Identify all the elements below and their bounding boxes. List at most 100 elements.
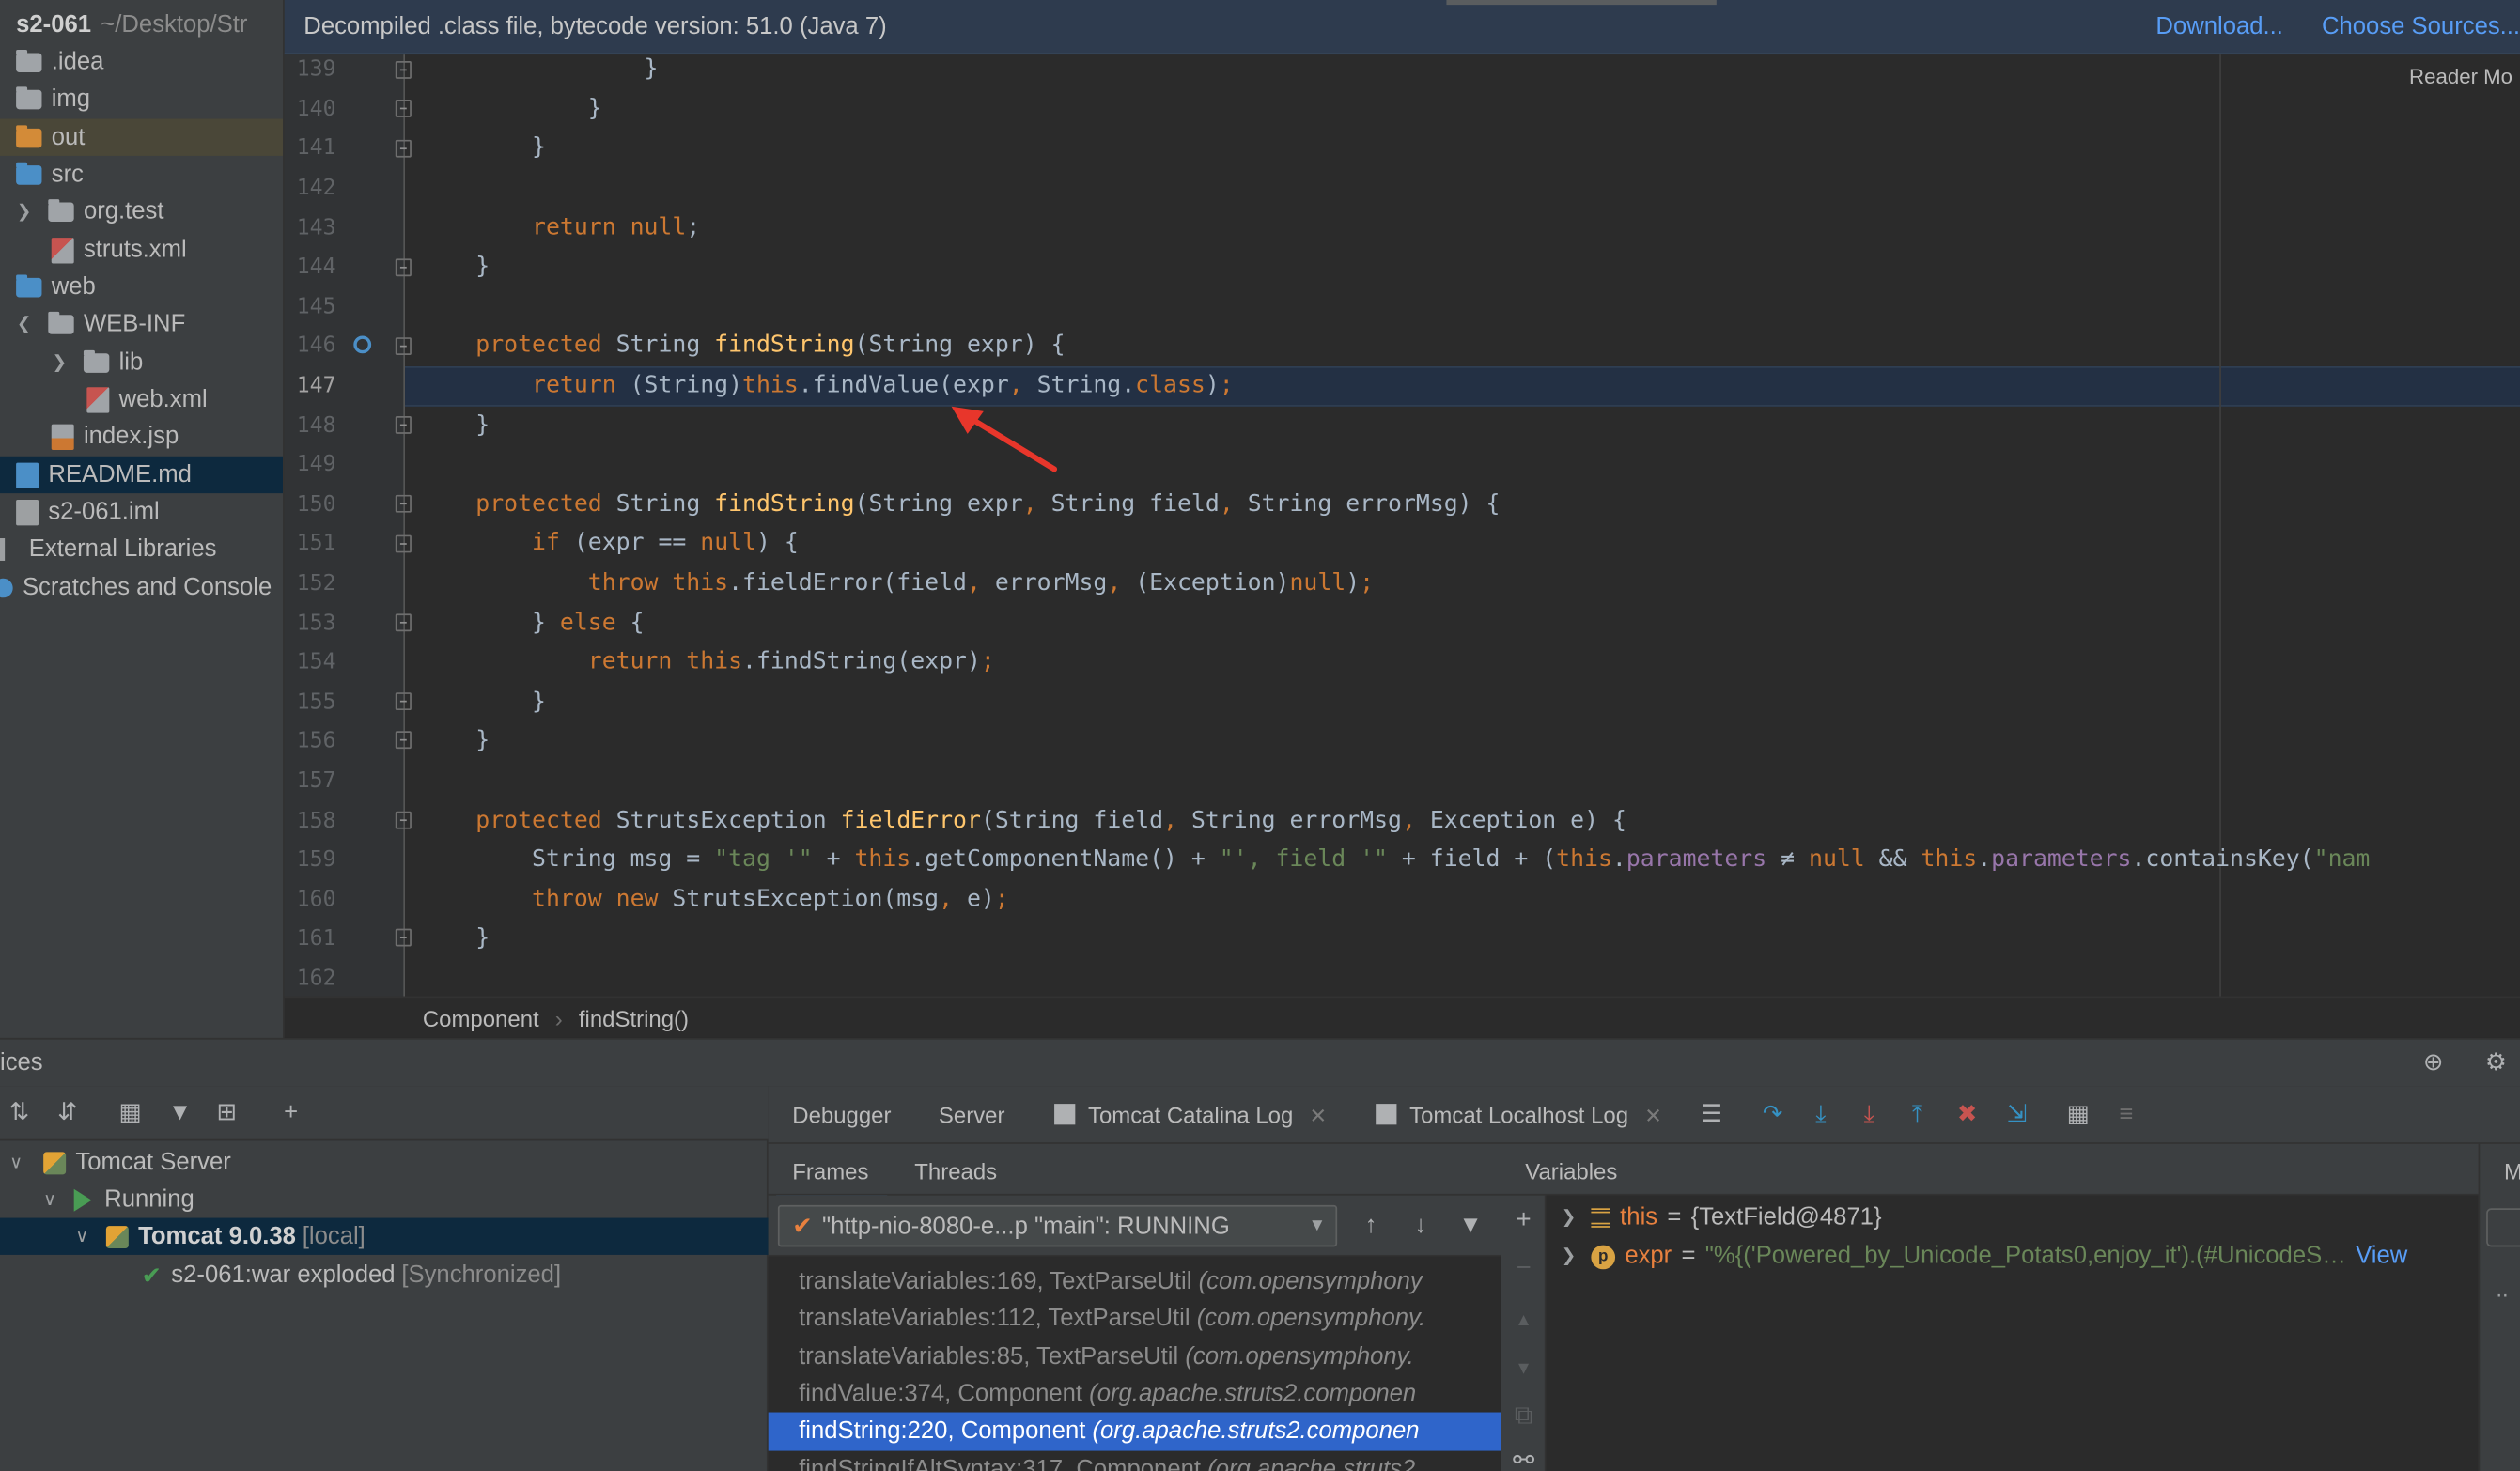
fold-marker-icon[interactable] xyxy=(395,534,412,553)
thread-select[interactable]: ✔ "http-nio-8080-e...p "main": RUNNING ▼ xyxy=(777,1204,1338,1247)
add-icon[interactable]: + xyxy=(276,1099,305,1128)
method-breakpoint-icon[interactable] xyxy=(353,335,372,354)
move-down-icon[interactable]: ▼ xyxy=(1511,1356,1536,1382)
close-icon[interactable]: ✕ xyxy=(1309,1104,1327,1128)
group-by-icon[interactable]: ▦ xyxy=(116,1099,145,1128)
tree-item-lib[interactable]: ❯ lib xyxy=(0,344,283,380)
tree-item-idea[interactable]: .idea xyxy=(0,43,283,80)
tree-item-out[interactable]: out xyxy=(0,118,284,156)
tree-item-scratches[interactable]: Scratches and Console xyxy=(0,569,283,606)
variable-row[interactable]: ❯ p expr = "%{('Powered_by_Unicode_Potat… xyxy=(1547,1237,2408,1276)
running-node[interactable]: ∨ Running xyxy=(0,1181,769,1217)
frame-row-selected[interactable]: findString:220, Component (org.apache.st… xyxy=(768,1412,1501,1450)
arrow-up-icon[interactable]: ↑ xyxy=(1357,1212,1386,1241)
tree-item-src[interactable]: src xyxy=(0,156,283,193)
tab-catalina-log[interactable]: Tomcat Catalina Log ✕ xyxy=(1054,1102,1327,1129)
project-root[interactable]: s2-061 ~/Desktop/Str xyxy=(0,7,283,43)
tree-item-web[interactable]: web xyxy=(0,269,283,305)
fold-marker-icon[interactable] xyxy=(395,416,412,434)
tab-frames[interactable]: Frames xyxy=(776,1158,889,1200)
fold-marker-icon[interactable] xyxy=(395,692,412,711)
tomcat-instance-node[interactable]: ∨ Tomcat 9.0.38 [local] xyxy=(0,1217,769,1255)
chevron-down-icon[interactable]: ∨ xyxy=(70,1226,93,1247)
frame-row[interactable]: translateVariables:169, TextParseUtil (c… xyxy=(769,1262,1501,1300)
tree-item-org-test[interactable]: ❯ org.test xyxy=(0,193,283,229)
reader-mode-toggle[interactable]: Reader Mo xyxy=(2409,64,2512,88)
tree-item-external-libraries[interactable]: External Libraries xyxy=(0,530,283,566)
breadcrumb-method[interactable]: findString() xyxy=(579,1005,689,1030)
evaluate-expression-icon[interactable]: ▦ xyxy=(2063,1101,2092,1130)
project-panel: s2-061 ~/Desktop/Str .idea img out src ❯… xyxy=(0,0,285,1038)
frame-row[interactable]: findStringIfAltSyntax:317, Component (or… xyxy=(769,1451,1501,1471)
fold-marker-icon[interactable] xyxy=(395,337,412,356)
fold-marker-icon[interactable] xyxy=(395,731,412,750)
arrow-down-icon[interactable]: ↓ xyxy=(1407,1212,1436,1241)
tree-item-readme[interactable]: README.md xyxy=(0,456,284,494)
tab-debugger[interactable]: Debugger xyxy=(792,1102,891,1127)
move-up-icon[interactable]: ▲ xyxy=(1511,1308,1536,1333)
target-icon[interactable]: ⊕ xyxy=(2420,1050,2446,1076)
tab-localhost-log[interactable]: Tomcat Localhost Log ✕ xyxy=(1376,1102,1662,1129)
menu-icon[interactable]: ☰ xyxy=(1697,1101,1726,1130)
frame-row[interactable]: findValue:374, Component (org.apache.str… xyxy=(769,1375,1501,1413)
gear-icon[interactable]: ⚙ xyxy=(2483,1050,2509,1076)
step-out-icon[interactable]: ⤒ xyxy=(1903,1101,1932,1130)
download-link[interactable]: Download... xyxy=(2155,13,2283,40)
close-icon[interactable]: ✕ xyxy=(1644,1104,1662,1128)
tree-item-struts-xml[interactable]: struts.xml xyxy=(0,231,283,268)
add-watch-icon[interactable]: + xyxy=(1511,1207,1536,1233)
filter-icon[interactable]: ▼ xyxy=(1456,1212,1486,1241)
frame-package: (org.apache.struts2.componen xyxy=(1089,1380,1417,1408)
chevron-down-icon[interactable]: ❮ xyxy=(13,314,36,334)
glasses-icon[interactable]: ⚯ xyxy=(1511,1448,1536,1471)
force-step-into-icon[interactable]: ⤓ xyxy=(1855,1101,1884,1130)
filter-icon[interactable]: ▼ xyxy=(165,1099,194,1128)
variable-row[interactable]: ❯ this = {TextField@4871} xyxy=(1547,1199,1882,1237)
banner-message: Decompiled .class file, bytecode version… xyxy=(303,12,887,40)
console-icon xyxy=(1376,1104,1397,1125)
chevron-right-icon[interactable]: ❯ xyxy=(48,352,70,373)
breadcrumb-class[interactable]: Component xyxy=(423,1005,539,1030)
frame-row[interactable]: translateVariables:112, TextParseUtil (c… xyxy=(769,1300,1501,1338)
search-field[interactable] xyxy=(2486,1208,2520,1247)
view-link[interactable]: View xyxy=(2356,1237,2407,1276)
tomcat-icon xyxy=(105,1225,129,1248)
tree-item-web-inf[interactable]: ❮ WEB-INF xyxy=(0,305,283,342)
tab-threads[interactable]: Threads xyxy=(914,1158,997,1184)
frame-row[interactable]: translateVariables:85, TextParseUtil (co… xyxy=(769,1339,1501,1376)
chevron-down-icon[interactable]: ∨ xyxy=(39,1189,61,1210)
remove-watch-icon[interactable]: − xyxy=(1511,1256,1536,1282)
tree-item-img[interactable]: img xyxy=(0,81,283,117)
fold-marker-icon[interactable] xyxy=(395,60,412,79)
drop-frame-icon[interactable]: ✖ xyxy=(1952,1101,1982,1130)
chevron-right-icon[interactable]: ❯ xyxy=(13,201,36,223)
fold-marker-icon[interactable] xyxy=(395,494,412,513)
chevron-down-icon[interactable]: ∨ xyxy=(5,1152,27,1173)
chevron-right-icon[interactable]: ❯ xyxy=(1547,1237,1592,1276)
trace-icon[interactable]: ≡ xyxy=(2112,1101,2141,1130)
fold-marker-icon[interactable] xyxy=(395,811,412,829)
fold-marker-icon[interactable] xyxy=(395,139,412,158)
tree-item-web-xml[interactable]: web.xml xyxy=(0,380,283,417)
choose-sources-link[interactable]: Choose Sources... xyxy=(2322,13,2520,40)
artifact-node[interactable]: ✔ s2-061:war exploded [Synchronized] xyxy=(0,1257,769,1293)
variables-title: Variables xyxy=(1525,1158,1618,1185)
expand-all-icon[interactable]: ⇅ xyxy=(5,1099,34,1128)
tomcat-server-node[interactable]: ∨ Tomcat Server xyxy=(0,1144,769,1181)
tree-item-iml[interactable]: s2-061.iml xyxy=(0,493,283,530)
step-into-icon[interactable]: ⤓ xyxy=(1807,1101,1836,1130)
fold-marker-icon[interactable] xyxy=(395,928,412,947)
collapse-all-icon[interactable]: ⇵ xyxy=(53,1099,82,1128)
step-over-icon[interactable]: ↷ xyxy=(1758,1101,1787,1130)
tab-server[interactable]: Server xyxy=(939,1102,1005,1127)
chevron-right-icon[interactable]: ❯ xyxy=(1547,1199,1592,1237)
new-tab-icon[interactable]: ⊞ xyxy=(212,1099,241,1128)
frame-package: (com.opensymphony xyxy=(1198,1267,1423,1295)
fold-marker-icon[interactable] xyxy=(395,258,412,277)
copy-icon[interactable]: ⧉ xyxy=(1511,1403,1536,1430)
fold-marker-icon[interactable] xyxy=(395,100,412,117)
run-to-cursor-icon[interactable]: ⇲ xyxy=(2002,1101,2031,1130)
tree-item-index-jsp[interactable]: index.jsp xyxy=(0,418,283,455)
more-icon[interactable]: .. xyxy=(2496,1276,2508,1301)
fold-marker-icon[interactable] xyxy=(395,613,412,632)
